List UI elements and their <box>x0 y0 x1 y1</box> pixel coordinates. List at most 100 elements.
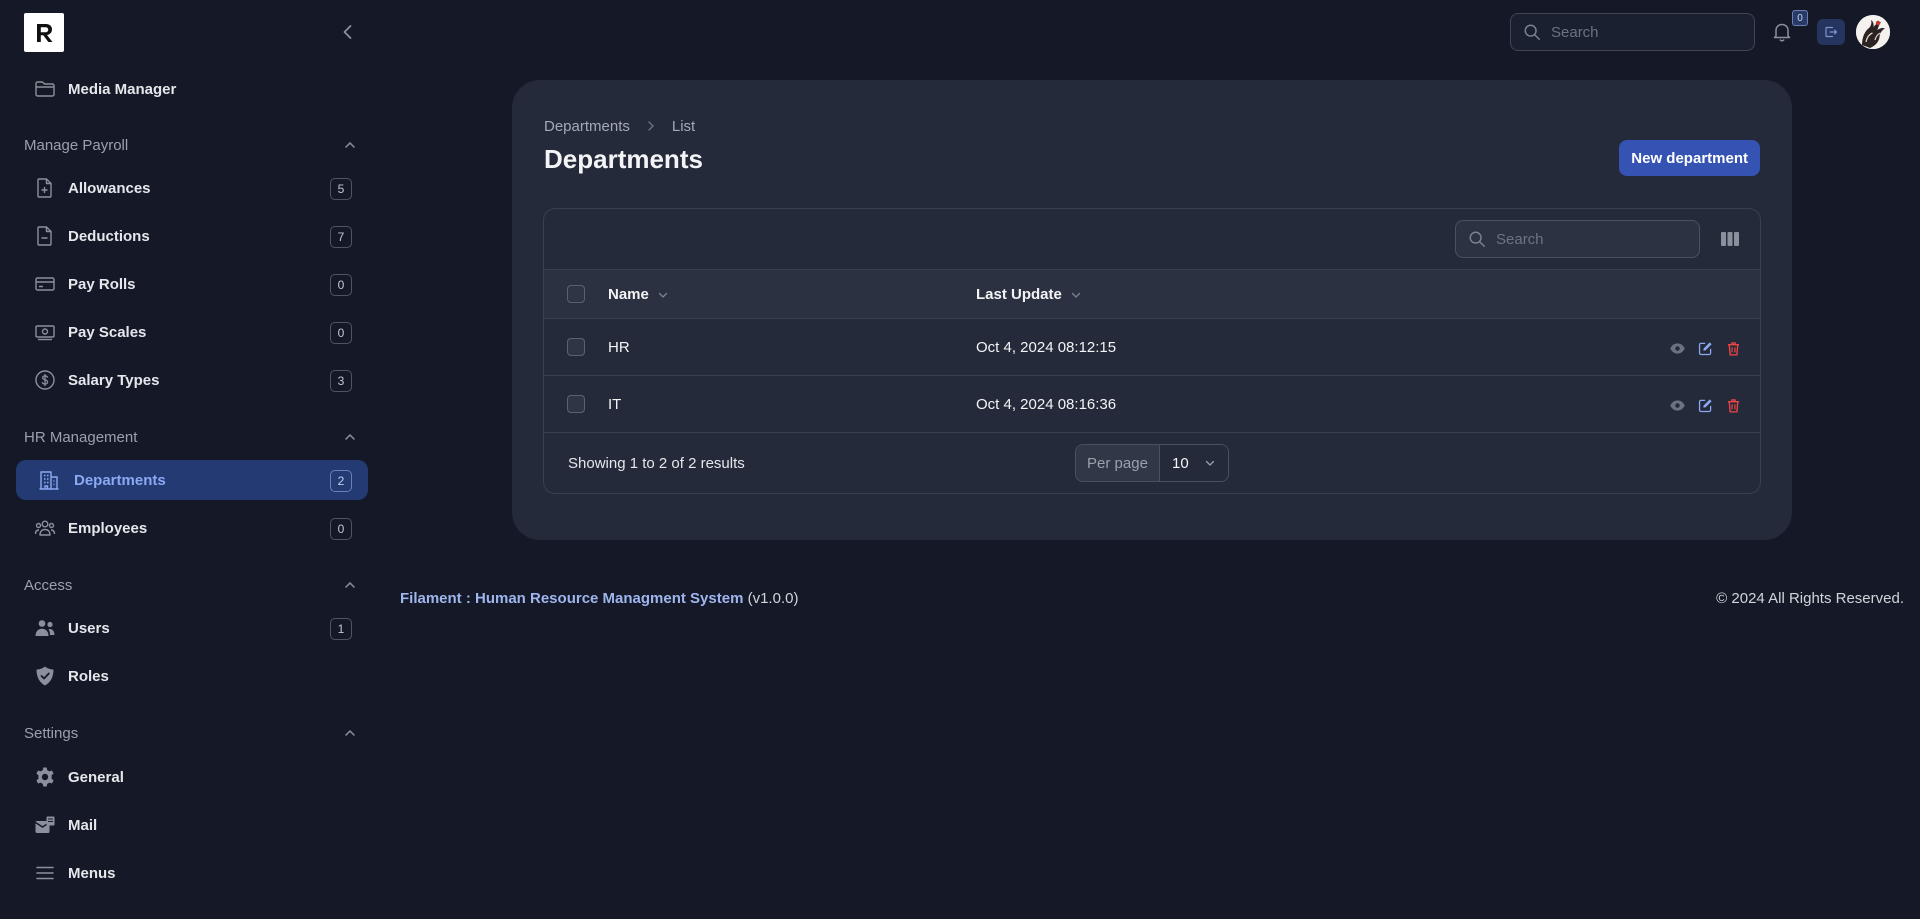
logout-button[interactable] <box>1817 19 1845 45</box>
view-eye-icon[interactable] <box>1669 397 1686 414</box>
table-row[interactable]: IT Oct 4, 2024 08:16:36 <box>544 376 1760 433</box>
sidebar-item-media-manager[interactable]: Media Manager <box>16 69 368 109</box>
new-department-button[interactable]: New department <box>1619 140 1760 176</box>
footer-brand-link[interactable]: Filament : Human Resource Managment Syst… <box>400 590 743 607</box>
footer-copyright: © 2024 All Rights Reserved. <box>1716 590 1904 607</box>
column-header-name[interactable]: Name <box>608 270 669 319</box>
group-heading-manage-payroll[interactable]: Manage Payroll <box>24 134 358 156</box>
select-all-checkbox[interactable] <box>567 285 585 303</box>
sidebar-item-label: Menus <box>68 864 116 882</box>
edit-pencil-icon[interactable] <box>1697 340 1714 357</box>
pagination-summary: Showing 1 to 2 of 2 results <box>568 454 745 472</box>
table-toolbar <box>544 209 1760 270</box>
shield-check-icon <box>32 663 58 689</box>
breadcrumb: Departments List <box>544 116 695 136</box>
count-badge: 7 <box>330 226 352 248</box>
sidebar-item-menus[interactable]: Menus <box>16 853 368 893</box>
currency-dollar-icon <box>32 367 58 393</box>
row-actions <box>1669 339 1742 357</box>
global-search[interactable] <box>1510 13 1755 51</box>
mail-icon <box>32 812 58 838</box>
group-heading-access[interactable]: Access <box>24 574 358 596</box>
credit-card-icon <box>32 271 58 297</box>
chevron-right-icon <box>648 121 654 131</box>
delete-trash-icon[interactable] <box>1725 397 1742 414</box>
group-label: Access <box>24 576 73 594</box>
sidebar-item-roles[interactable]: Roles <box>16 656 368 696</box>
sort-chevron-icon <box>1071 292 1081 298</box>
chevron-up-icon <box>345 433 355 440</box>
sort-chevron-icon <box>658 292 668 298</box>
users-icon <box>32 615 58 641</box>
count-badge: 0 <box>330 322 352 344</box>
cell-last-update: Oct 4, 2024 08:12:15 <box>976 339 1117 356</box>
column-header-label: Last Update <box>976 286 1062 303</box>
breadcrumb-current: List <box>671 117 696 135</box>
count-badge: 0 <box>330 274 352 296</box>
search-icon <box>1524 24 1540 40</box>
view-eye-icon[interactable] <box>1669 340 1686 357</box>
sidebar-item-general[interactable]: General <box>16 757 368 797</box>
sidebar-item-label: Pay Scales <box>68 323 147 341</box>
breadcrumb-link-departments[interactable]: Departments <box>544 118 630 135</box>
sidebar: Media Manager Manage Payroll Allowances … <box>0 0 380 919</box>
table-search[interactable] <box>1455 220 1700 258</box>
table-header: Name Last Update <box>544 270 1760 319</box>
search-icon <box>1469 231 1485 247</box>
sidebar-item-label: Pay Rolls <box>68 275 136 293</box>
global-search-input[interactable] <box>1551 23 1731 41</box>
sidebar-item-allowances[interactable]: Allowances 5 <box>16 168 368 208</box>
sidebar-item-pay-rolls[interactable]: Pay Rolls 0 <box>16 264 368 304</box>
per-page-dropdown[interactable]: 10 <box>1160 445 1228 481</box>
sidebar-item-employees[interactable]: Employees 0 <box>16 508 368 548</box>
sidebar-item-label: Roles <box>68 667 109 685</box>
cell-last-update: Oct 4, 2024 08:16:36 <box>976 396 1117 413</box>
cell-name: IT <box>608 396 622 413</box>
column-header-label: Name <box>608 286 649 303</box>
count-badge: 2 <box>330 470 352 492</box>
sidebar-item-label: Mail <box>68 816 98 834</box>
bars-icon <box>32 860 58 886</box>
row-actions <box>1669 396 1742 414</box>
avatar-image-icon <box>1856 15 1890 49</box>
page-title: Departments <box>544 144 703 174</box>
group-heading-settings[interactable]: Settings <box>24 722 358 744</box>
bell-icon <box>1773 23 1791 42</box>
footer-version: (v1.0.0) <box>747 590 799 607</box>
column-header-last-update[interactable]: Last Update <box>976 270 1082 319</box>
collapse-sidebar-button[interactable] <box>336 20 360 44</box>
per-page-value: 10 <box>1172 454 1189 472</box>
sidebar-item-users[interactable]: Users 1 <box>16 608 368 648</box>
sidebar-item-label: Departments <box>74 471 166 489</box>
count-badge: 3 <box>330 370 352 392</box>
group-heading-hr-management[interactable]: HR Management <box>24 426 358 448</box>
sidebar-item-salary-types[interactable]: Salary Types 3 <box>16 360 368 400</box>
logout-icon <box>1825 26 1838 38</box>
row-checkbox[interactable] <box>567 395 585 413</box>
sidebar-item-label: Employees <box>68 519 148 537</box>
chevron-up-icon <box>345 581 355 588</box>
row-checkbox[interactable] <box>567 338 585 356</box>
app-logo[interactable] <box>24 13 64 52</box>
sidebar-item-departments[interactable]: Departments 2 <box>16 460 368 500</box>
table-row[interactable]: HR Oct 4, 2024 08:12:15 <box>544 319 1760 376</box>
cog-icon <box>32 764 58 790</box>
sidebar-item-deductions[interactable]: Deductions 7 <box>16 216 368 256</box>
sidebar-item-mail[interactable]: Mail <box>16 805 368 845</box>
per-page-label: Per page <box>1076 445 1160 481</box>
delete-trash-icon[interactable] <box>1725 340 1742 357</box>
sidebar-item-pay-scales[interactable]: Pay Scales 0 <box>16 312 368 352</box>
toggle-columns-icon[interactable] <box>1719 229 1741 249</box>
table-search-input[interactable] <box>1496 230 1676 248</box>
sidebar-item-label: Deductions <box>68 227 150 245</box>
edit-pencil-icon[interactable] <box>1697 397 1714 414</box>
building-icon <box>36 467 62 493</box>
chevron-up-icon <box>345 729 355 736</box>
folder-icon <box>32 76 58 102</box>
notifications-button[interactable] <box>1770 20 1794 44</box>
user-avatar[interactable] <box>1856 15 1890 49</box>
footer-app-info: Filament : Human Resource Managment Syst… <box>400 590 798 607</box>
per-page-select[interactable]: Per page 10 <box>1075 444 1229 482</box>
sidebar-item-label: Allowances <box>68 179 151 197</box>
sidebar-item-label: General <box>68 768 124 786</box>
